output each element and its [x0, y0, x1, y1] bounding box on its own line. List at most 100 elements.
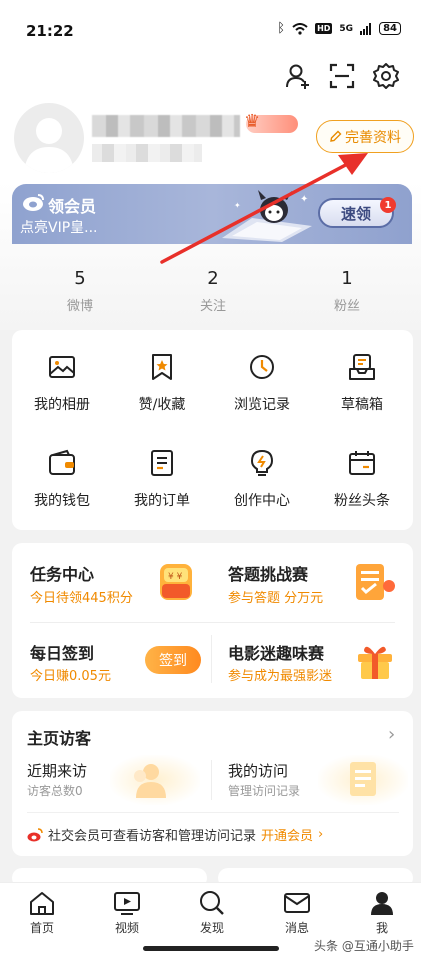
stat-label: 关注: [199, 299, 226, 314]
tool-label: 我的相册: [34, 397, 90, 413]
tool-label: 草稿箱: [341, 397, 383, 413]
crown-icon: ♛: [244, 111, 261, 132]
divider: [30, 622, 395, 623]
task-center-title: 任务中心: [30, 565, 95, 584]
chevron-right-icon: ›: [318, 827, 324, 842]
tool-fans-headline[interactable]: 粉丝头条: [312, 448, 412, 510]
nav-label: 发现: [199, 921, 224, 935]
home-indicator[interactable]: [143, 946, 279, 951]
tool-album[interactable]: 我的相册: [12, 352, 112, 414]
history-icon: [250, 355, 274, 379]
tool-label: 浏览记录: [234, 397, 290, 413]
member-promo[interactable]: 社交会员可查看访客和管理访问记录 开通会员 ›: [27, 825, 323, 844]
stat-value: 5: [74, 268, 86, 289]
battery-icon: 84: [379, 22, 401, 35]
tool-history[interactable]: 浏览记录: [212, 352, 312, 414]
tool-label: 赞/收藏: [138, 397, 186, 413]
my-visits-sub: 管理访问记录: [228, 784, 301, 798]
tool-label: 我的订单: [134, 493, 190, 509]
tool-wallet[interactable]: 我的钱包: [12, 448, 112, 510]
tool-creator[interactable]: 创作中心: [212, 448, 312, 510]
home-icon: [30, 892, 54, 915]
open-member-link[interactable]: 开通会员: [261, 825, 313, 844]
nav-home[interactable]: 首页: [12, 890, 72, 936]
recent-visitors-sub: 访客总数0: [27, 784, 83, 798]
nav-label: 我: [375, 921, 388, 935]
drafts-icon: [349, 354, 375, 380]
visitors-icon: [134, 764, 166, 798]
recent-visitors-title: 近期来访: [27, 762, 88, 780]
wallet-icon: [49, 449, 75, 475]
my-visits-title: 我的访问: [228, 762, 289, 780]
tool-label: 我的钱包: [34, 493, 90, 509]
vip-crown-badge[interactable]: ♛: [244, 111, 298, 133]
avatar-placeholder-icon: [24, 118, 74, 173]
signal-bars-icon: [360, 22, 372, 35]
annotation-arrow: [160, 153, 368, 264]
quiz-title: 答题挑战赛: [228, 565, 309, 584]
stat-label: 微博: [66, 299, 93, 314]
notification-badge: 1: [380, 197, 396, 213]
creator-icon: [250, 449, 274, 476]
favorite-icon: [152, 354, 172, 380]
task-center-sub: 今日待领445积分: [30, 591, 133, 606]
stat-fans[interactable]: 1 粉丝: [297, 268, 397, 314]
status-time: 21:22: [26, 22, 74, 40]
chevron-right-icon[interactable]: ›: [388, 724, 395, 745]
movie-sub: 参与成为最强影迷: [228, 669, 333, 684]
quiz-icon: [356, 564, 395, 600]
complete-profile-label: 完善资料: [345, 129, 401, 146]
weibo-icon: [27, 827, 43, 841]
watermark: 头条 @互通小助手: [314, 939, 414, 953]
divider: [211, 635, 212, 683]
scan-icon[interactable]: [328, 62, 356, 90]
username-blurred: [92, 115, 240, 137]
stat-weibo[interactable]: 5 微博: [30, 268, 130, 314]
me-icon: [371, 892, 393, 915]
vip-title: 领会员: [48, 197, 97, 216]
checkin-sub: 今日赚0.05元: [30, 669, 111, 684]
fans-headline-icon: [349, 451, 375, 475]
nav-discover[interactable]: 发现: [182, 890, 242, 936]
status-bar: 21:22 ᛒ HD 5G 84: [0, 0, 421, 62]
tool-favorites[interactable]: 赞/收藏: [112, 352, 212, 414]
signal-icon: 5G: [339, 23, 354, 34]
gift-box-icon: [358, 646, 392, 679]
photo-icon: [49, 356, 75, 378]
nav-label: 消息: [284, 921, 309, 935]
nav-label: 视频: [114, 921, 139, 935]
settings-icon[interactable]: [372, 62, 400, 90]
nav-label: 首页: [29, 921, 54, 935]
vip-subtitle: 点亮VIP皇...: [20, 220, 98, 236]
weibo-logo-icon: [23, 194, 44, 211]
divider: [211, 760, 212, 800]
divider: [27, 812, 399, 813]
avatar[interactable]: [14, 103, 84, 173]
status-icons: ᛒ HD 5G 84: [277, 21, 401, 36]
checkin-title: 每日签到: [30, 644, 95, 663]
tool-label: 创作中心: [234, 493, 290, 509]
movie-title: 电影迷趣味赛: [228, 644, 325, 663]
message-icon: [284, 893, 310, 913]
nav-video[interactable]: 视频: [97, 890, 157, 936]
task-gift-icon: ¥ ¥: [160, 564, 192, 600]
svg-text:¥ ¥: ¥ ¥: [168, 572, 183, 582]
checkin-button[interactable]: 签到: [145, 646, 201, 674]
stat-value: 1: [341, 268, 353, 289]
edit-icon: [330, 130, 342, 142]
tool-drafts[interactable]: 草稿箱: [312, 352, 412, 414]
quiz-sub: 参与答题 分万元: [228, 591, 324, 606]
nav-me[interactable]: 我: [352, 890, 412, 936]
nav-messages[interactable]: 消息: [267, 890, 327, 936]
tool-label: 粉丝头条: [334, 493, 390, 509]
tool-orders[interactable]: 我的订单: [112, 448, 212, 510]
checkin-button-label: 签到: [159, 653, 187, 669]
order-icon: [151, 450, 173, 476]
visits-record-icon: [350, 762, 376, 796]
stat-following[interactable]: 2 关注: [163, 268, 263, 314]
add-friend-icon[interactable]: [284, 62, 312, 90]
promo-text: 社交会员可查看访客和管理访问记录: [48, 829, 257, 844]
video-icon: [114, 892, 140, 915]
wifi-icon: [292, 22, 308, 35]
stat-label: 粉丝: [333, 299, 360, 314]
